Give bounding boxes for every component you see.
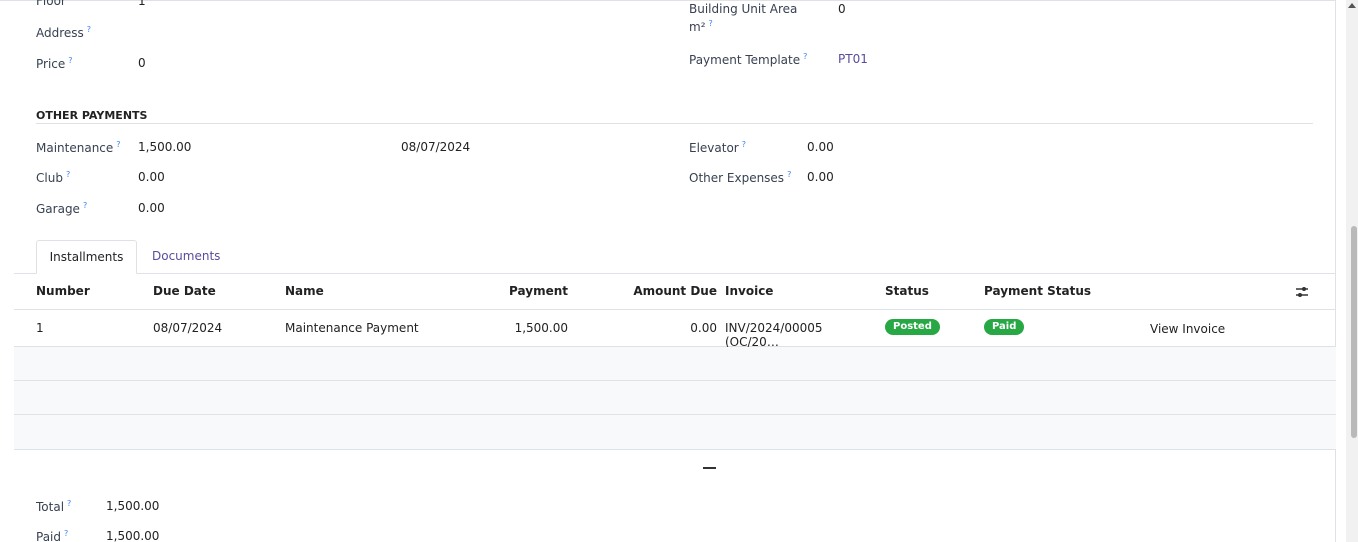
other-expenses-value[interactable]: 0.00 [807, 170, 834, 184]
price-label: Price? [36, 56, 73, 71]
form-sheet: Floor 1 Address? Price? 0 Building Unit … [0, 0, 1336, 542]
column-amount-due[interactable]: Amount Due [633, 284, 717, 298]
tab-installments[interactable]: Installments [36, 240, 137, 274]
empty-row [14, 381, 1336, 415]
scroll-up-arrow-icon[interactable] [1348, 3, 1356, 8]
row-amount-due: 0.00 [690, 321, 717, 335]
empty-row [14, 415, 1336, 450]
installments-table-header: Number Due Date Name Payment Amount Due … [14, 274, 1336, 310]
building-unit-area-label-unit: m²? [689, 19, 713, 34]
building-unit-area-value[interactable]: 0 [838, 2, 846, 16]
garage-value[interactable]: 0.00 [138, 201, 165, 215]
help-icon[interactable]: ? [83, 201, 87, 210]
floor-label: Floor [36, 0, 66, 8]
paid-value: 1,500.00 [106, 529, 160, 542]
other-expenses-label: Other Expenses? [689, 170, 792, 185]
help-icon[interactable]: ? [709, 19, 713, 28]
paid-label: Paid? [36, 529, 69, 542]
garage-label: Garage? [36, 201, 88, 216]
help-icon[interactable]: ? [803, 52, 807, 61]
row-name: Maintenance Payment [285, 321, 419, 335]
other-payments-title: OTHER PAYMENTS [36, 109, 1313, 124]
total-label: Total? [36, 499, 72, 514]
scrollbar-thumb[interactable] [1351, 226, 1357, 438]
table-row[interactable]: 1 08/07/2024 Maintenance Payment 1,500.0… [14, 310, 1336, 349]
total-value: 1,500.00 [106, 499, 160, 513]
help-icon[interactable]: ? [787, 170, 791, 179]
club-label: Club? [36, 170, 71, 185]
column-payment[interactable]: Payment [509, 284, 568, 298]
column-due-date[interactable]: Due Date [153, 284, 216, 298]
row-due-date: 08/07/2024 [153, 321, 223, 335]
tab-documents[interactable]: Documents [152, 240, 222, 274]
address-label: Address? [36, 25, 92, 40]
optional-columns-toggle-icon[interactable] [1295, 285, 1309, 299]
payment-template-link[interactable]: PT01 [838, 52, 868, 66]
elevator-value[interactable]: 0.00 [807, 140, 834, 154]
club-value[interactable]: 0.00 [138, 170, 165, 184]
status-badge: Posted [885, 319, 940, 335]
maintenance-value[interactable]: 1,500.00 [138, 140, 191, 154]
payment-template-label: Payment Template? [689, 52, 808, 67]
price-value[interactable]: 0 [138, 56, 146, 70]
help-icon[interactable]: ? [67, 499, 71, 508]
help-icon[interactable]: ? [742, 140, 746, 149]
collapse-handle-icon[interactable] [703, 467, 716, 469]
row-number: 1 [36, 321, 44, 335]
row-invoice: INV/2024/00005 (OC/20… [725, 321, 823, 349]
empty-row [14, 347, 1336, 381]
row-payment: 1,500.00 [514, 321, 568, 335]
maintenance-label: Maintenance? [36, 140, 121, 155]
column-invoice[interactable]: Invoice [725, 284, 773, 298]
column-name[interactable]: Name [285, 284, 324, 298]
help-icon[interactable]: ? [87, 25, 91, 34]
help-icon[interactable]: ? [116, 140, 120, 149]
maintenance-date[interactable]: 08/07/2024 [401, 140, 470, 154]
view-invoice-button[interactable]: View Invoice [1150, 322, 1225, 336]
column-payment-status[interactable]: Payment Status [984, 284, 1091, 298]
column-status[interactable]: Status [885, 284, 929, 298]
help-icon[interactable]: ? [66, 170, 70, 179]
help-icon[interactable]: ? [64, 529, 68, 538]
building-unit-area-label: Building Unit Area [689, 2, 798, 16]
help-icon[interactable]: ? [68, 56, 72, 65]
elevator-label: Elevator? [689, 140, 746, 155]
floor-value: 1 [138, 0, 146, 8]
column-number[interactable]: Number [36, 284, 90, 298]
payment-status-badge: Paid [984, 319, 1025, 335]
